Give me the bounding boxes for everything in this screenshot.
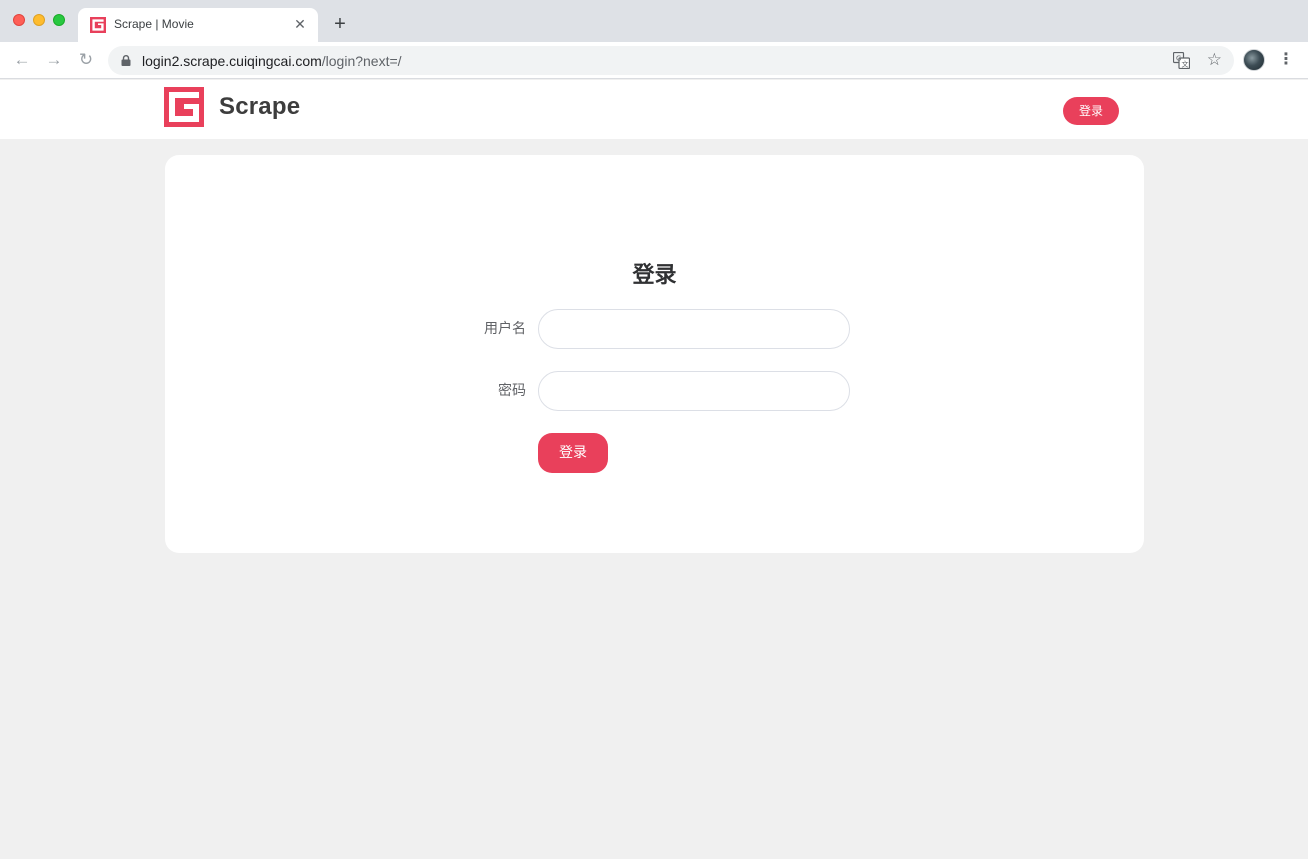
url-host: login2.scrape.cuiqingcai.com — [142, 53, 322, 69]
url-path: /login?next=/ — [321, 53, 402, 69]
tab-close-icon[interactable]: ✕ — [292, 16, 308, 32]
scrape-favicon-icon — [90, 17, 106, 33]
window-maximize-button[interactable] — [53, 14, 65, 26]
svg-text:文: 文 — [1182, 60, 1189, 69]
tab-title: Scrape | Movie — [114, 17, 194, 31]
lock-icon — [121, 55, 131, 66]
username-label: 用户名 — [484, 321, 526, 337]
login-card: 登录 用户名 密码 登录 — [165, 155, 1144, 553]
new-tab-icon[interactable]: + — [330, 14, 350, 34]
window-close-button[interactable] — [13, 14, 25, 26]
header-login-button[interactable]: 登录 — [1063, 97, 1119, 125]
bookmark-star-icon[interactable]: ☆ — [1207, 50, 1222, 70]
site-header: Scrape 登录 — [0, 80, 1308, 139]
back-arrow-icon[interactable]: ← — [12, 50, 32, 70]
username-input[interactable] — [538, 309, 850, 349]
reload-icon[interactable]: ↻ — [76, 50, 96, 70]
password-input[interactable] — [538, 371, 850, 411]
url-text[interactable]: login2.scrape.cuiqingcai.com/login?next=… — [142, 53, 402, 69]
profile-avatar[interactable] — [1243, 49, 1265, 71]
login-submit-button[interactable]: 登录 — [538, 433, 608, 473]
brand-name[interactable]: Scrape — [219, 93, 300, 121]
login-title: 登录 — [632, 263, 677, 288]
browser-toolbar: ← → ↻ login2.scrape.cuiqingcai.com/login… — [0, 42, 1308, 79]
password-label: 密码 — [498, 383, 526, 399]
browser-tab[interactable]: Scrape | Movie ✕ — [78, 8, 318, 42]
scrape-logo-icon[interactable] — [164, 87, 204, 127]
browser-menu-icon[interactable]: ⋮ — [1278, 50, 1294, 70]
address-bar[interactable]: login2.scrape.cuiqingcai.com/login?next=… — [108, 46, 1234, 75]
browser-tab-bar: Scrape | Movie ✕ + — [0, 0, 1308, 42]
translate-icon[interactable]: G 文 — [1173, 52, 1190, 69]
window-minimize-button[interactable] — [33, 14, 45, 26]
forward-arrow-icon[interactable]: → — [44, 50, 64, 70]
